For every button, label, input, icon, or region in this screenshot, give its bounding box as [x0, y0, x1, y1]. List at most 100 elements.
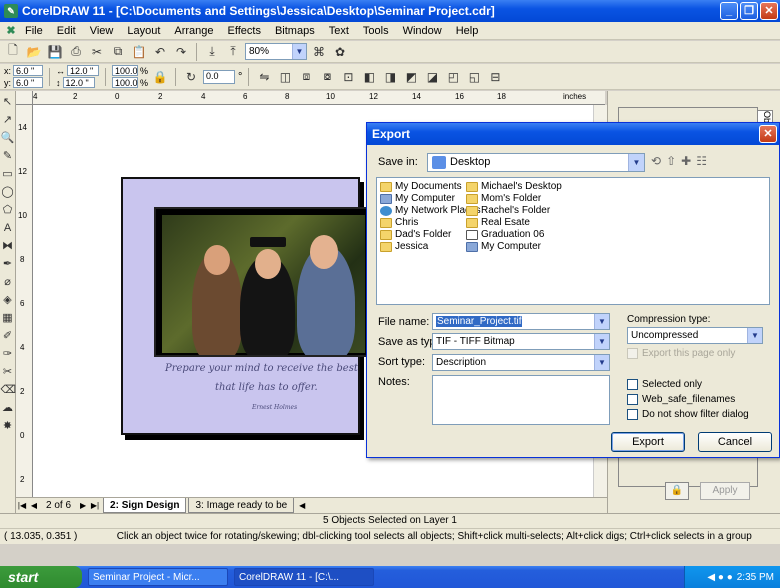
x-position-field[interactable]: 6.0 " [13, 65, 44, 76]
menu-window[interactable]: Window [396, 25, 449, 37]
document-menu-icon[interactable]: ✖ [4, 24, 18, 37]
copy-icon[interactable]: ⧉ [109, 43, 127, 61]
prev-page-button[interactable]: ◀ [28, 501, 40, 510]
to-front-icon[interactable]: ◫ [276, 68, 294, 86]
rectangle-tool-icon[interactable]: ▭ [1, 165, 15, 183]
intersect-icon[interactable]: ◰ [444, 68, 462, 86]
list-item[interactable]: Real Esate [466, 217, 530, 228]
export-dialog-close-button[interactable]: ✕ [759, 125, 777, 143]
menu-text[interactable]: Text [322, 25, 356, 37]
tray-icons[interactable]: ◀ ● ● [707, 572, 732, 583]
y-position-field[interactable]: 6.0 " [13, 77, 44, 88]
pick-tool-icon[interactable]: ↖ [1, 93, 15, 111]
notes-area[interactable] [432, 375, 610, 425]
mirror-icon[interactable]: ⇋ [255, 68, 273, 86]
menu-bitmaps[interactable]: Bitmaps [268, 25, 322, 37]
maximize-button[interactable]: ❐ [740, 2, 758, 20]
list-item[interactable]: My Computer [380, 193, 455, 204]
view-menu-icon[interactable]: ☷ [696, 154, 707, 168]
menu-view[interactable]: View [83, 25, 121, 37]
vertical-ruler[interactable]: 14 12 10 8 6 4 2 0 2 [16, 105, 33, 513]
menu-arrange[interactable]: Arrange [167, 25, 220, 37]
title-bar[interactable]: ✎ CorelDRAW 11 - [C:\Documents and Setti… [0, 0, 780, 22]
menu-tools[interactable]: Tools [356, 25, 396, 37]
ungroup-icon[interactable]: ⧇ [318, 68, 336, 86]
save-in-combo[interactable]: Desktop ▼ [427, 153, 645, 172]
save-as-type-combo[interactable]: TIF - TIFF Bitmap ▼ [432, 333, 610, 350]
next-page-button[interactable]: ▶ [77, 501, 89, 510]
outline-tool-icon[interactable]: ⌀ [1, 273, 15, 291]
weld-icon[interactable]: ◩ [402, 68, 420, 86]
rotation-icon[interactable]: ↻ [182, 68, 200, 86]
apply-button[interactable]: Apply [700, 482, 750, 500]
ellipse-tool-icon[interactable]: ◯ [1, 183, 15, 201]
break-apart-icon[interactable]: ◨ [381, 68, 399, 86]
smudge-tool-icon[interactable]: ☁ [1, 399, 15, 417]
polygon-tool-icon[interactable]: ⬠ [1, 201, 15, 219]
taskbar-item-word[interactable]: Seminar Project - Micr... [88, 568, 228, 586]
start-button[interactable]: start [0, 566, 82, 588]
file-list[interactable]: My Documents My Computer My Network Plac… [376, 177, 770, 305]
knife-tool-icon[interactable]: ✂ [1, 363, 15, 381]
paste-icon[interactable]: 📋 [130, 43, 148, 61]
rotation-angle-field[interactable]: 0.0 [203, 69, 236, 84]
corel-online-icon[interactable]: ✿ [331, 43, 349, 61]
new-folder-icon[interactable]: ✚ [681, 154, 691, 168]
file-name-field[interactable]: Seminar_Project.tif ▼ [432, 313, 610, 330]
save-icon[interactable]: 💾 [46, 43, 64, 61]
cancel-button[interactable]: Cancel [698, 432, 772, 452]
import-icon[interactable]: ⤓ [203, 43, 221, 61]
scale-width-field[interactable]: 100.0 [112, 65, 139, 76]
clock[interactable]: 2:35 PM [737, 572, 774, 583]
selected-only-checkbox[interactable]: Selected only [627, 379, 702, 390]
lock-icon[interactable]: 🔒 [665, 482, 689, 500]
freehand-tool-icon[interactable]: ✎ [1, 147, 15, 165]
do-not-show-filter-dialog-checkbox[interactable]: Do not show filter dialog [627, 409, 749, 420]
eraser-tool-icon[interactable]: ⌫ [1, 381, 17, 399]
zoom-level-combo[interactable]: 80% ▼ [245, 43, 307, 60]
zoom-tool-icon[interactable]: 🔍 [1, 129, 15, 147]
menu-file[interactable]: File [18, 25, 50, 37]
ruler-origin[interactable] [16, 91, 33, 105]
list-item[interactable]: Rachel's Folder [466, 205, 550, 216]
application-launcher-icon[interactable]: ⌘ [310, 43, 328, 61]
group-icon[interactable]: ⧈ [297, 68, 315, 86]
convert-to-curves-icon[interactable]: ⊟ [486, 68, 504, 86]
web-safe-filenames-checkbox[interactable]: Web_safe_filenames [627, 394, 735, 405]
menu-effects[interactable]: Effects [221, 25, 268, 37]
new-icon[interactable]: 🗋 [4, 43, 22, 61]
undo-icon[interactable]: ↶ [151, 43, 169, 61]
simplify-icon[interactable]: ◱ [465, 68, 483, 86]
close-button[interactable]: ✕ [760, 2, 778, 20]
first-page-button[interactable]: |◀ [16, 501, 28, 510]
taskbar-item-coreldraw[interactable]: CorelDRAW 11 - [C:\... [234, 568, 374, 586]
list-item[interactable]: Dad's Folder [380, 229, 451, 240]
up-folder-icon[interactable]: ⇧ [666, 154, 676, 168]
list-item[interactable]: My Computer [466, 241, 541, 252]
list-item[interactable]: My Documents [380, 181, 462, 192]
trim-icon[interactable]: ◪ [423, 68, 441, 86]
horizontal-ruler[interactable]: 4 2 0 2 4 6 8 10 12 14 16 18 inches [33, 91, 605, 105]
export-this-page-only-checkbox[interactable]: Export this page only [627, 348, 735, 359]
list-item[interactable]: Mom's Folder [466, 193, 541, 204]
graduation-photo[interactable] [154, 207, 369, 357]
interactive-blend-icon[interactable]: ⧓ [1, 237, 15, 255]
redo-icon[interactable]: ↷ [172, 43, 190, 61]
pen-tool-icon[interactable]: ✑ [1, 345, 15, 363]
combine-icon[interactable]: ◧ [360, 68, 378, 86]
cut-icon[interactable]: ✂ [88, 43, 106, 61]
interactive-fill-icon[interactable]: ▦ [1, 309, 15, 327]
export-dialog-title-bar[interactable]: Export ✕ [367, 123, 779, 145]
sort-type-combo[interactable]: Description ▼ [432, 354, 610, 371]
list-item[interactable]: Chris [380, 217, 418, 228]
shape-tool-icon[interactable]: ↗ [1, 111, 15, 129]
height-field[interactable]: 12.0 " [62, 77, 95, 88]
back-icon[interactable]: ⟲ [651, 154, 661, 168]
text-tool-icon[interactable]: A [1, 219, 15, 237]
menu-help[interactable]: Help [449, 25, 486, 37]
scroll-left-icon[interactable]: ◀ [296, 501, 308, 510]
page-tab-image-ready[interactable]: 3: Image ready to be [188, 498, 295, 513]
menu-edit[interactable]: Edit [50, 25, 83, 37]
print-icon[interactable]: ⎙ [67, 43, 85, 61]
fill-tool-icon[interactable]: ◈ [1, 291, 15, 309]
